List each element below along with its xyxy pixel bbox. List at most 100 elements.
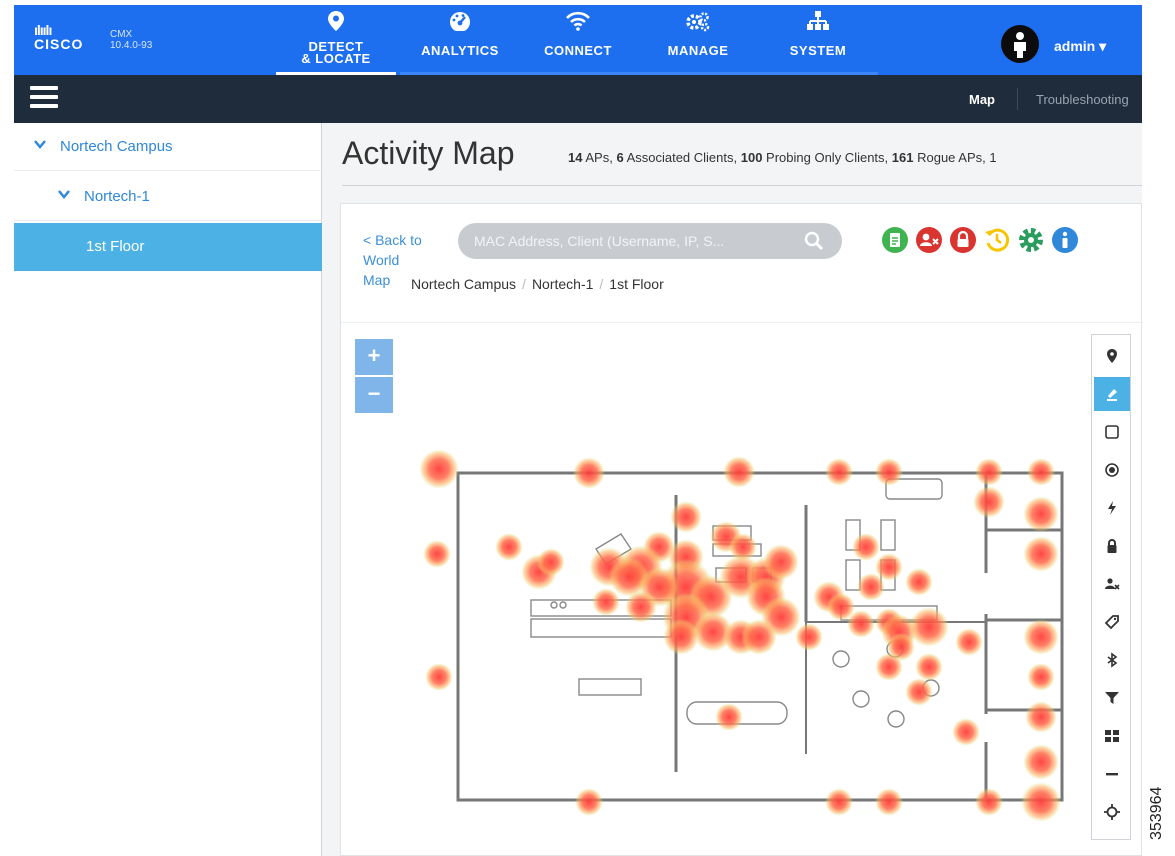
heat-spot [741,619,777,655]
cmx-app: ılıılı CISCO CMX 10.4.0-93 DETECT & LOCAT… [0,0,1175,856]
heat-spot [625,591,657,623]
location-tree-sidebar: Nortech Campus Nortech-1 1st Floor [14,123,322,856]
tab-connect-label: CONNECT [544,43,612,58]
heat-spot [1023,744,1059,780]
tree-item-label: 1st Floor [86,238,145,255]
user-menu[interactable]: admin ▾ [1054,38,1106,55]
dashboard-gauge-icon [450,12,470,31]
tool-target[interactable] [1094,453,1130,487]
heat-spot [537,548,565,576]
heat-spot [1023,619,1059,655]
heat-spot [875,653,903,681]
tool-lock[interactable] [1094,529,1130,563]
heat-spot [875,553,903,581]
pen-icon [1107,389,1117,401]
floor-plan-map[interactable] [341,204,1081,856]
tab-system[interactable]: SYSTEM [758,5,878,75]
heat-spot [575,788,603,816]
page-title: Activity Map [342,135,515,171]
heat-spot [905,568,933,596]
avatar[interactable] [1001,25,1039,63]
heat-spot [423,540,451,568]
heat-spot [592,588,620,616]
heat-spot [875,788,903,816]
wifi-icon [566,11,590,31]
lock-icon [1107,539,1117,553]
chevron-down-icon [34,140,46,149]
tool-crosshair[interactable] [1094,795,1130,829]
heat-spot [852,533,880,561]
map-card: < Back to World Map Nortech Campus / Nortech… [340,203,1143,856]
user-icon [1014,32,1026,58]
tree-item-nortech-1[interactable]: Nortech-1 [14,173,322,221]
tree-item-1st-floor[interactable]: 1st Floor [14,223,322,271]
heat-spot [875,458,903,486]
chevron-down-icon [58,190,70,199]
lightning-icon [1108,501,1116,515]
heat-spot [952,718,980,746]
tab-analytics-label: ANALYTICS [421,43,499,58]
version-number: 10.4.0-93 [110,40,153,51]
tab-connect[interactable]: CONNECT [518,5,638,75]
heat-spot [1027,458,1055,486]
heat-spot [825,788,853,816]
heat-spot [1023,536,1059,572]
cisco-logo[interactable]: ılıılı CISCO [34,23,83,52]
heat-spot [915,653,943,681]
user-remove-icon [1105,578,1120,590]
heat-spot [795,623,823,651]
target-icon [1105,463,1119,477]
tool-location[interactable] [1094,339,1130,373]
hamburger-menu-icon[interactable] [30,86,58,108]
subnav-troubleshooting-link[interactable]: Troubleshooting [1036,92,1129,107]
tree-item-nortech-campus[interactable]: Nortech Campus [14,123,322,171]
top-navigation-bar: ılıılı CISCO CMX 10.4.0-93 DETECT & LOCAT… [14,5,1142,75]
bluetooth-icon [1107,652,1118,668]
map-tools-toolbar [1091,334,1131,840]
tool-grid[interactable] [1094,719,1130,753]
heatmap-layer [419,449,1061,822]
tool-tag[interactable] [1094,605,1130,639]
cisco-logo-bars: ılıılı [34,22,52,38]
tool-user-remove[interactable] [1094,567,1130,601]
heat-spot [419,449,459,489]
minus-icon [1106,773,1118,776]
subnav-map-link[interactable]: Map [969,92,995,107]
heat-spot [973,486,1005,518]
heat-spot [1023,496,1059,532]
heat-spot [909,607,949,647]
heat-spot [723,456,755,488]
rectangle-icon [1105,425,1119,439]
tool-minus[interactable] [1094,757,1130,791]
heat-spot [847,610,875,638]
tab-manage[interactable]: MANAGE [638,5,758,75]
heat-spot [715,703,743,731]
product-version: CMX 10.4.0-93 [110,29,152,51]
heat-spot [670,501,702,533]
location-pin-icon [328,11,344,31]
product-name: CMX [110,29,133,40]
tool-rectangle[interactable] [1094,415,1130,449]
tab-analytics[interactable]: ANALYTICS [400,5,520,75]
network-tree-icon [807,11,829,30]
heat-spot [955,628,983,656]
tool-filter[interactable] [1094,681,1130,715]
grid-icon [1105,730,1119,742]
tab-detect-label: DETECT & LOCATE [301,39,371,66]
location-pin-icon [1107,349,1117,363]
tab-detect-locate[interactable]: DETECT & LOCATE [276,5,396,75]
tree-item-label: Nortech-1 [84,188,150,205]
heat-spot [573,457,605,489]
tag-icon [1104,615,1119,630]
tab-manage-label: MANAGE [667,43,729,58]
heat-spot [1021,782,1061,822]
secondary-toolbar: Map Troubleshooting [14,75,1142,123]
tool-bluetooth[interactable] [1094,643,1130,677]
tool-draw[interactable] [1094,377,1130,411]
heat-spot [495,533,523,561]
tool-lightning[interactable] [1094,491,1130,525]
activity-stats: 14 APs, 6 Associated Clients, 100 Probin… [568,150,997,165]
figure-id: 353964 [1148,786,1165,840]
divider [342,185,1142,186]
heat-spot [1025,701,1057,733]
